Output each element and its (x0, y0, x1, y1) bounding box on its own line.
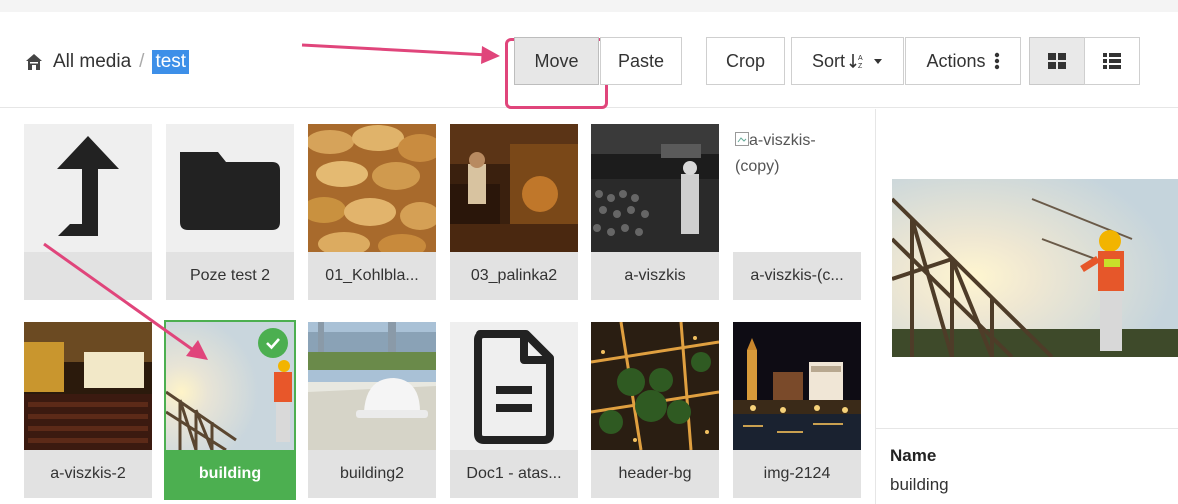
broken-image-icon (735, 132, 749, 146)
tile-caption: Doc1 - atas... (450, 450, 578, 498)
breadcrumb-current[interactable]: test (152, 50, 190, 74)
tile-document[interactable]: Doc1 - atas... (450, 322, 578, 498)
paste-button[interactable]: Paste (600, 37, 682, 85)
tile-caption: a-viszkis-2 (24, 450, 152, 498)
document-icon (474, 330, 554, 444)
construction-preview-photo (892, 179, 1178, 357)
hardhat-photo (308, 322, 436, 450)
theater-photo (24, 322, 152, 450)
media-grid: Poze test 2 01_Kohlbla... 03_palinka2 a-… (0, 109, 875, 504)
thumbnail (24, 124, 152, 252)
check-icon (266, 338, 280, 350)
svg-text:A: A (858, 55, 863, 62)
move-label: Move (534, 50, 579, 71)
tile-broken-image[interactable]: a-viszkis-(copy) a-viszkis-(c... (733, 124, 861, 300)
tile-caption (24, 252, 152, 300)
aerial-city-photo (591, 322, 719, 450)
tile-image[interactable]: 03_palinka2 (450, 124, 578, 300)
svg-text:Z: Z (858, 63, 863, 70)
concert-photo (591, 124, 719, 252)
detail-name-value: building (890, 475, 949, 494)
list-view-icon (1103, 53, 1121, 69)
vertical-ellipsis-icon (994, 52, 999, 70)
actions-button[interactable]: Actions (905, 37, 1021, 85)
thumbnail (591, 124, 719, 252)
grid-view-button[interactable] (1029, 37, 1085, 85)
tile-folder[interactable]: Poze test 2 (166, 124, 294, 300)
thumbnail (24, 322, 152, 450)
thumbnail (450, 124, 578, 252)
caret-down-icon (874, 59, 882, 64)
thumbnail (591, 322, 719, 450)
thumbnail (166, 124, 294, 252)
distillery-photo (450, 124, 578, 252)
paste-label: Paste (617, 50, 665, 71)
tile-caption: 03_palinka2 (450, 252, 578, 300)
detail-divider (876, 428, 1178, 429)
breadcrumb-separator: / (139, 51, 145, 72)
tile-image-selected[interactable]: building (164, 320, 296, 500)
move-button[interactable]: Move (514, 37, 599, 85)
tile-caption: Poze test 2 (166, 252, 294, 300)
tile-image[interactable]: 01_Kohlbla... (308, 124, 436, 300)
tile-caption: building (166, 450, 294, 498)
home-icon (26, 54, 42, 70)
tile-image[interactable]: a-viszkis (591, 124, 719, 300)
breadcrumb-root[interactable]: All media (53, 51, 131, 73)
sort-alpha-icon: A Z (849, 54, 863, 70)
broken-image-placeholder: a-viszkis-(copy) (733, 124, 861, 252)
tile-caption: header-bg (591, 450, 719, 498)
breadcrumb: All media / test (24, 50, 190, 74)
thumbnail (308, 124, 436, 252)
sort-label: Sort (811, 50, 845, 71)
folder-icon (180, 152, 280, 230)
thumbnail (308, 322, 436, 450)
level-up-icon (57, 136, 119, 236)
sort-button[interactable]: Sort A Z (791, 37, 904, 85)
tile-image[interactable]: header-bg (591, 322, 719, 498)
crop-label: Crop (725, 50, 765, 71)
tile-caption: building2 (308, 450, 436, 498)
detail-name-label: Name (890, 446, 937, 465)
selected-check-badge (258, 328, 288, 358)
tile-image[interactable]: a-viszkis-2 (24, 322, 152, 498)
tile-image[interactable]: building2 (308, 322, 436, 498)
thumbnail (733, 322, 861, 450)
actions-label: Actions (926, 50, 986, 71)
night-city-photo (733, 322, 861, 450)
tile-caption: a-viszkis (591, 252, 719, 300)
grid-view-icon (1048, 53, 1066, 69)
list-view-button[interactable] (1084, 37, 1140, 85)
tile-image[interactable]: img-2124 (733, 322, 861, 498)
preview-image (892, 179, 1178, 357)
tile-caption: img-2124 (733, 450, 861, 498)
top-strip (0, 0, 1178, 12)
tile-caption: a-viszkis-(c... (733, 252, 861, 300)
crop-button[interactable]: Crop (706, 37, 785, 85)
detail-panel: Name building (875, 109, 1178, 504)
thumbnail (450, 322, 578, 450)
toolbar: All media / test Move Paste Crop Sort A … (0, 12, 1178, 109)
tile-parent-folder[interactable] (24, 124, 152, 300)
tile-caption: 01_Kohlbla... (308, 252, 436, 300)
cabbage-rolls-photo (308, 124, 436, 252)
